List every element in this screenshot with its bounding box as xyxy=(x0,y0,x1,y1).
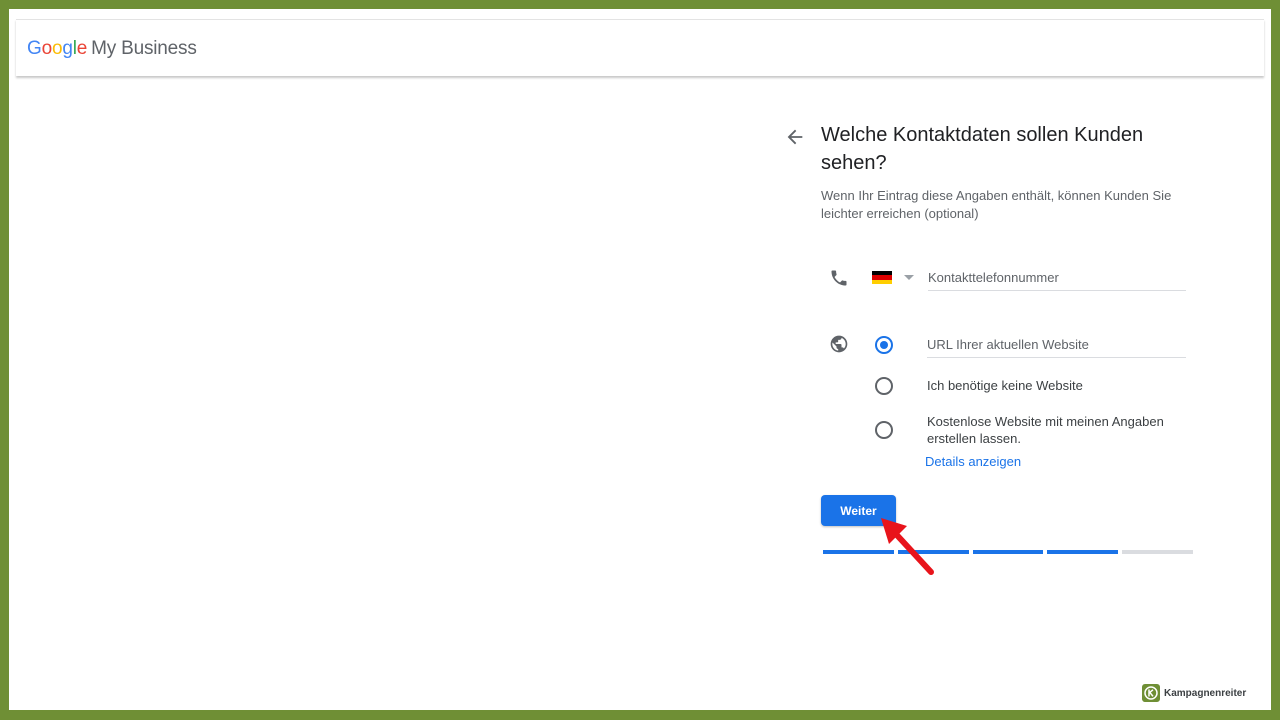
logo-letter: g xyxy=(62,38,73,59)
option-label-no-website: Ich benötige keine Website xyxy=(927,378,1083,393)
globe-icon xyxy=(830,335,848,353)
option-label-free-website: Kostenlose Website mit meinen Angaben er… xyxy=(927,414,1164,446)
radio-no-website[interactable] xyxy=(875,377,893,395)
back-arrow-icon[interactable] xyxy=(784,126,806,148)
website-url-input[interactable] xyxy=(927,331,1186,358)
progress-step xyxy=(972,550,1044,554)
logo-letter: o xyxy=(51,38,63,59)
google-my-business-logo[interactable]: Google My Business xyxy=(27,38,197,60)
progress-step xyxy=(1047,550,1119,554)
kampagnenreiter-watermark: Kampagnenreiter xyxy=(1142,683,1246,703)
logo-letter: e xyxy=(76,38,88,59)
germany-flag-icon[interactable] xyxy=(872,271,892,284)
phone-number-input[interactable] xyxy=(928,264,1186,291)
radio-free-website[interactable] xyxy=(875,421,893,439)
page-subtitle: Wenn Ihr Eintrag diese Angaben enthält, … xyxy=(821,188,1172,221)
logo-letter: o xyxy=(41,38,53,59)
screen: Google My Business Welche Kontaktdaten so… xyxy=(9,9,1271,710)
details-link[interactable]: Details anzeigen xyxy=(925,453,1021,470)
kampagnenreiter-logo-icon xyxy=(1142,684,1160,702)
radio-current-website[interactable] xyxy=(875,336,893,354)
country-dropdown-caret-icon[interactable] xyxy=(904,275,914,280)
progress-step xyxy=(1122,550,1193,554)
red-arrow-annotation-icon xyxy=(881,518,934,575)
product-name: My Business xyxy=(91,38,197,59)
watermark-text: Kampagnenreiter xyxy=(1164,687,1247,699)
phone-icon xyxy=(831,270,847,286)
app-header: Google My Business xyxy=(16,19,1264,76)
page-title: Welche Kontaktdaten sollen Kunden sehen? xyxy=(821,124,1144,174)
logo-letter: G xyxy=(27,38,42,59)
